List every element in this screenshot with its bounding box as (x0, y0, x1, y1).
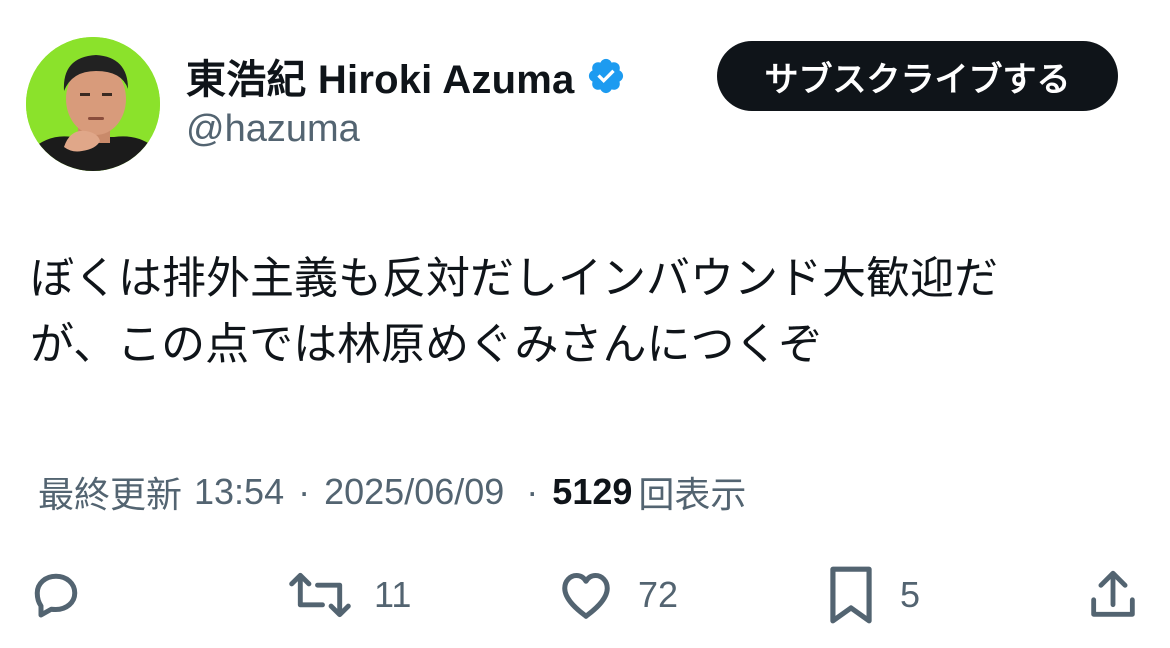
reply-icon (34, 573, 78, 618)
bookmark-button[interactable]: 5 (824, 560, 920, 630)
subscribe-button[interactable]: サブスクライブする (717, 41, 1118, 111)
meta-separator: · (526, 471, 539, 512)
tweet-card: 東浩紀 Hiroki Azuma @hazuma サブスクライブする ぼくは排外… (0, 0, 1170, 648)
views-count[interactable]: 5129 (552, 471, 632, 513)
reply-button[interactable] (26, 560, 86, 630)
bookmark-count: 5 (900, 574, 921, 615)
tweet-date[interactable]: 2025/06/09 (324, 471, 504, 513)
retweet-button[interactable]: 11 (288, 560, 411, 630)
tweet-text-line: が、この点では林原めぐみさんにつくぞ (30, 320, 823, 369)
retweet-icon (289, 572, 351, 618)
tweet-text-line: ぼくは排外主義も反対だしインバウンド大歓迎だ (30, 254, 998, 303)
author-handle[interactable]: @hazuma (186, 108, 360, 151)
share-button[interactable] (1084, 560, 1142, 630)
retweet-count: 11 (374, 574, 412, 615)
action-bar: 11 72 5 (0, 560, 1170, 630)
author-name-row: 東浩紀 Hiroki Azuma (186, 50, 626, 102)
display-name[interactable]: 東浩紀 Hiroki Azuma (186, 47, 574, 105)
tweet-meta: 最終更新 13:54 · 2025/06/09 · 5129 回表示 (38, 466, 746, 518)
tweet-time[interactable]: 13:54 (194, 471, 284, 513)
avatar[interactable] (26, 37, 160, 171)
like-icon (562, 573, 610, 619)
meta-separator: · (298, 471, 311, 512)
avatar-image (26, 37, 160, 171)
tweet-text: ぼくは排外主義も反対だしインバウンド大歓迎だ が、この点では林原めぐみさんにつく… (30, 246, 1130, 378)
bookmark-icon (830, 566, 872, 624)
like-button[interactable]: 72 (556, 560, 678, 630)
share-icon (1091, 570, 1135, 617)
like-count: 72 (638, 574, 679, 615)
updated-label: 最終更新 (38, 474, 183, 515)
views-label: 回表示 (638, 474, 747, 515)
verified-badge-icon (586, 56, 626, 96)
